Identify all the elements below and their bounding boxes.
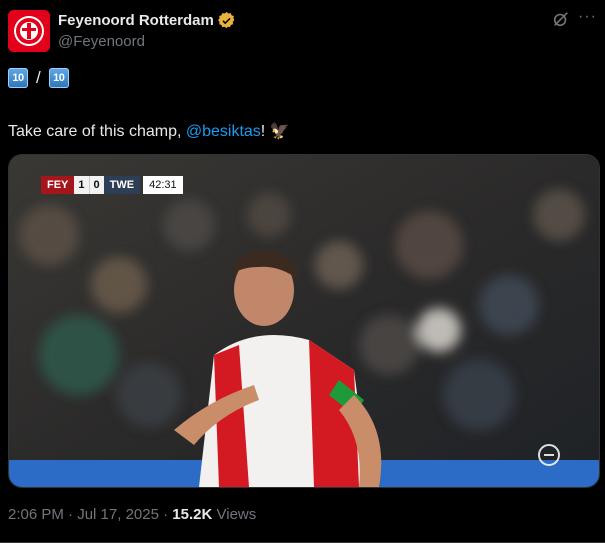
views-label: Views bbox=[216, 506, 257, 523]
tweet-text: Take care of this champ, @besiktas! 🦅 bbox=[8, 121, 290, 141]
scorebug: FEY 1 0 TWE 42:31 bbox=[41, 176, 183, 194]
author-name-row: Feyenoord Rotterdam bbox=[58, 12, 235, 29]
mention-link[interactable]: @besiktas bbox=[186, 123, 261, 140]
scorebug-away-score: 0 bbox=[89, 176, 104, 194]
video-frame bbox=[9, 155, 599, 487]
author-display-name[interactable]: Feyenoord Rotterdam bbox=[58, 12, 214, 29]
tweet-text-start: Take care of this champ, bbox=[8, 123, 186, 140]
avatar[interactable] bbox=[8, 10, 50, 52]
meta-dot: · bbox=[68, 506, 74, 523]
scorebug-home-score: 1 bbox=[74, 176, 89, 194]
keycap-ten-right: 10 bbox=[48, 68, 69, 88]
author-handle[interactable]: @Feyenoord bbox=[58, 33, 145, 50]
feyenoord-crest-icon bbox=[8, 10, 50, 52]
verified-badge-icon[interactable] bbox=[217, 12, 235, 29]
counter-separator: / bbox=[36, 68, 41, 87]
tweet-date[interactable]: Jul 17, 2025 bbox=[77, 506, 159, 523]
scorebug-clock: 42:31 bbox=[143, 176, 183, 194]
tweet-time[interactable]: 2:06 PM bbox=[8, 506, 64, 523]
tweet-media-video[interactable]: FEY 1 0 TWE 42:31 bbox=[8, 154, 600, 488]
tweet-meta: 2:06 PM · Jul 17, 2025 · 15.2K Views bbox=[8, 506, 256, 523]
more-icon[interactable]: ··· bbox=[578, 8, 597, 26]
tweet-text-end: ! 🦅 bbox=[260, 123, 290, 140]
scorebug-away-team: TWE bbox=[103, 176, 141, 194]
grok-icon[interactable] bbox=[552, 10, 570, 28]
views-count: 15.2K bbox=[172, 506, 213, 523]
tweet-counter: 10 / 10 bbox=[8, 68, 69, 88]
meta-dot: · bbox=[163, 506, 169, 523]
scorebug-home-team: FEY bbox=[41, 176, 75, 194]
keycap-ten-left: 10 bbox=[8, 68, 28, 88]
